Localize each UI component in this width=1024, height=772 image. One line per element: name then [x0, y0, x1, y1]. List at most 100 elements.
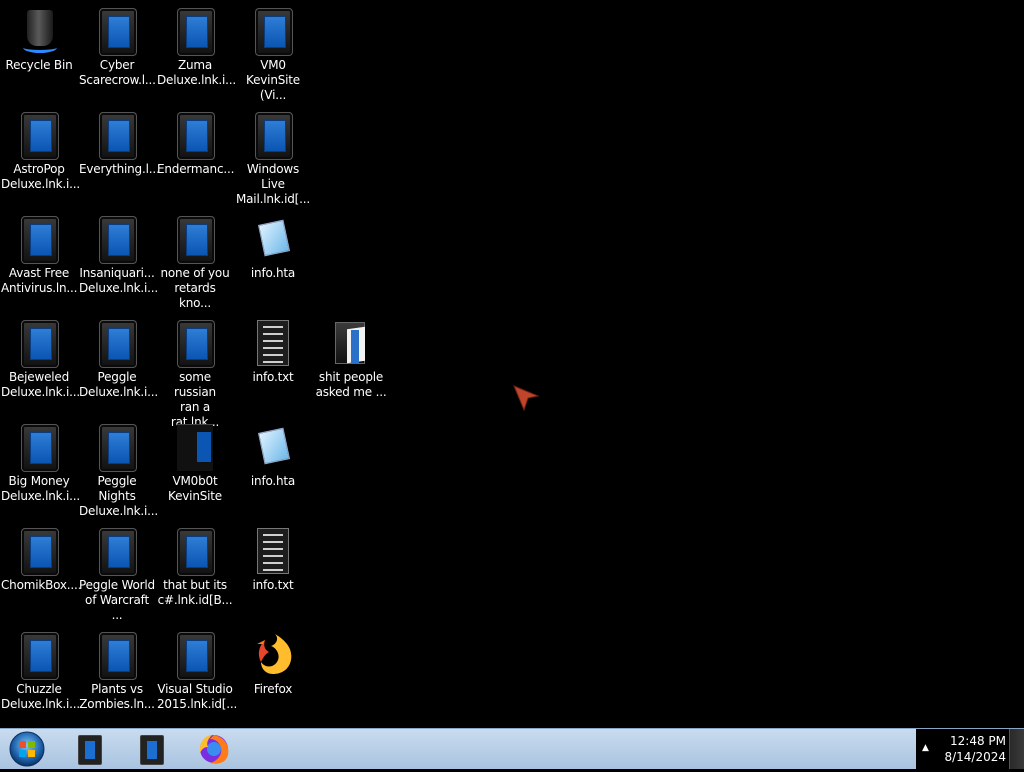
desktop-icon-bejeweled[interactable]: Bejeweled Deluxe.lnk.i... — [0, 314, 80, 414]
clock[interactable]: 12:48 PM 8/14/2024 — [936, 733, 1006, 765]
app-icon — [175, 112, 215, 160]
icon-label: info.txt — [252, 578, 294, 592]
icon-label: AstroPop Deluxe.lnk.i... — [1, 162, 80, 191]
desktop-icon-zuma-deluxe[interactable]: Zuma Deluxe.lnk.i... — [156, 2, 236, 102]
icon-label: Chuzzle Deluxe.lnk.i... — [1, 682, 80, 711]
icon-label: Zuma Deluxe.lnk.i... — [157, 58, 236, 87]
icon-label: Peggle World of Warcraft ... — [79, 578, 155, 622]
text-file-icon — [253, 528, 293, 576]
app-icon — [19, 112, 59, 160]
desktop-icon-chomikbox[interactable]: ChomikBox.... — [0, 522, 82, 622]
icon-label: Recycle Bin — [5, 58, 73, 72]
app-icon — [175, 320, 215, 368]
icon-label: VM0 KevinSite (Vi... — [246, 58, 300, 102]
app-icon — [97, 528, 137, 576]
icon-label: Visual Studio 2015.lnk.id[... — [157, 682, 238, 711]
show-hidden-icons-arrow-icon[interactable]: ▲ — [922, 743, 929, 753]
icon-label: info.txt — [252, 370, 294, 384]
icon-label: Big Money Deluxe.lnk.i... — [1, 474, 80, 503]
desktop-icon-cyber-scarecrow[interactable]: Cyber Scarecrow.l... — [78, 2, 156, 102]
app-icon — [19, 216, 59, 264]
system-tray: ▲ 12:48 PM 8/14/2024 — [916, 729, 1024, 769]
desktop-icon-big-money[interactable]: Big Money Deluxe.lnk.i... — [0, 418, 80, 518]
desktop-icon-avast[interactable]: Avast Free Antivirus.ln... — [0, 210, 78, 310]
desktop-icon-that-but-its-csharp[interactable]: that but its c#.lnk.id[B... — [156, 522, 234, 622]
icon-label: none of you retards kno... — [160, 266, 230, 310]
taskbar-button-app-1[interactable] — [60, 731, 116, 767]
desktop-icon-some-russian[interactable]: some russian ran a rat.lnk... — [156, 314, 234, 429]
desktop-icon-peggle-nights[interactable]: Peggle Nights Deluxe.lnk.i... — [78, 418, 158, 518]
mouse-cursor-icon — [513, 385, 540, 412]
app-icon — [78, 735, 102, 765]
icon-label: Firefox — [253, 682, 293, 696]
clock-date: 8/14/2024 — [944, 750, 1006, 764]
desktop-icon-vm0-kevinsite[interactable]: VM0 KevinSite (Vi... — [234, 2, 312, 102]
taskbar-button-firefox[interactable] — [184, 731, 240, 767]
desktop-icon-info-hta-1[interactable]: info.hta — [234, 210, 312, 310]
app-icon — [97, 632, 137, 680]
icon-label: info.hta — [250, 266, 296, 280]
app-icon — [97, 112, 137, 160]
desktop-icon-info-hta-2[interactable]: info.hta — [234, 418, 312, 518]
icon-label: shit people asked me ... — [315, 370, 387, 399]
app-icon — [97, 8, 137, 56]
desktop-icon-info-txt-1[interactable]: info.txt — [234, 314, 312, 414]
icon-label: Cyber Scarecrow.l... — [79, 58, 156, 87]
start-button[interactable] — [5, 730, 49, 768]
desktop-icon-peggle[interactable]: Peggle Deluxe.lnk.i... — [78, 314, 158, 414]
desktop-icon-chuzzle[interactable]: Chuzzle Deluxe.lnk.i... — [0, 626, 80, 726]
desktop-icon-astropop-deluxe[interactable]: AstroPop Deluxe.lnk.i... — [0, 106, 80, 206]
clock-time: 12:48 PM — [950, 734, 1006, 748]
show-desktop-button[interactable] — [1009, 729, 1024, 769]
desktop-icon-vm0b0t-kevinsite[interactable]: VM0b0t KevinSite — [156, 418, 234, 518]
desktop-icon-info-txt-2[interactable]: info.txt — [234, 522, 312, 622]
icon-label: Windows Live Mail.lnk.id[... — [236, 162, 310, 206]
icon-label: Peggle Deluxe.lnk.i... — [79, 370, 158, 399]
app-icon — [175, 216, 215, 264]
app-icon — [97, 216, 137, 264]
app-icon — [19, 424, 59, 472]
app-icon — [97, 424, 137, 472]
app-icon — [175, 528, 215, 576]
firefox-icon — [253, 632, 293, 680]
app-icon — [19, 632, 59, 680]
icon-label: Everything.l... — [79, 162, 160, 176]
app-icon — [19, 320, 59, 368]
icon-label: Avast Free Antivirus.ln... — [1, 266, 78, 295]
icon-label: ChomikBox.... — [1, 578, 82, 592]
icon-label: Endermanc... — [157, 162, 235, 176]
icon-label: that but its c#.lnk.id[B... — [157, 578, 233, 607]
firefox-icon — [200, 735, 229, 764]
desktop-icon-recycle-bin[interactable]: Recycle Bin — [0, 2, 78, 102]
app-icon — [19, 528, 59, 576]
app-icon — [175, 8, 215, 56]
desktop-icon-shit-people-folder[interactable]: shit people asked me ... — [312, 314, 390, 414]
desktop-icon-everything[interactable]: Everything.l... — [78, 106, 160, 206]
desktop: Recycle Bin Cyber Scarecrow.l... Zuma De… — [0, 0, 1024, 728]
desktop-icon-peggle-world-of-warcraft[interactable]: Peggle World of Warcraft ... — [78, 522, 156, 622]
icon-label: info.hta — [250, 474, 296, 488]
recycle-bin-icon — [19, 8, 59, 56]
desktop-icon-firefox[interactable]: Firefox — [234, 626, 312, 726]
hta-file-icon — [253, 216, 293, 264]
desktop-icon-windows-live-mail[interactable]: Windows Live Mail.lnk.id[... — [234, 106, 312, 206]
desktop-icon-visual-studio-2015[interactable]: Visual Studio 2015.lnk.id[... — [156, 626, 238, 726]
app-icon — [253, 8, 293, 56]
app-icon — [253, 112, 293, 160]
desktop-icon-plants-vs-zombies[interactable]: Plants vs Zombies.ln... — [78, 626, 156, 726]
text-file-icon — [253, 320, 293, 368]
icon-label: Plants vs Zombies.ln... — [79, 682, 155, 711]
app-icon — [175, 424, 215, 472]
desktop-icon-none-of-you[interactable]: none of you retards kno... — [156, 210, 234, 310]
hta-file-icon — [253, 424, 293, 472]
icon-label: Insaniquari... Deluxe.lnk.i... — [79, 266, 158, 295]
desktop-icon-endermanch[interactable]: Endermanc... — [156, 106, 234, 206]
app-icon — [97, 320, 137, 368]
icon-label: Bejeweled Deluxe.lnk.i... — [1, 370, 80, 399]
desktop-icon-insaniquarium[interactable]: Insaniquari... Deluxe.lnk.i... — [78, 210, 158, 310]
icon-label: Peggle Nights Deluxe.lnk.i... — [79, 474, 158, 518]
app-icon — [140, 735, 164, 765]
windows-orb-icon — [9, 731, 45, 767]
taskbar-button-app-2[interactable] — [122, 731, 178, 767]
icon-label: VM0b0t KevinSite — [168, 474, 222, 503]
